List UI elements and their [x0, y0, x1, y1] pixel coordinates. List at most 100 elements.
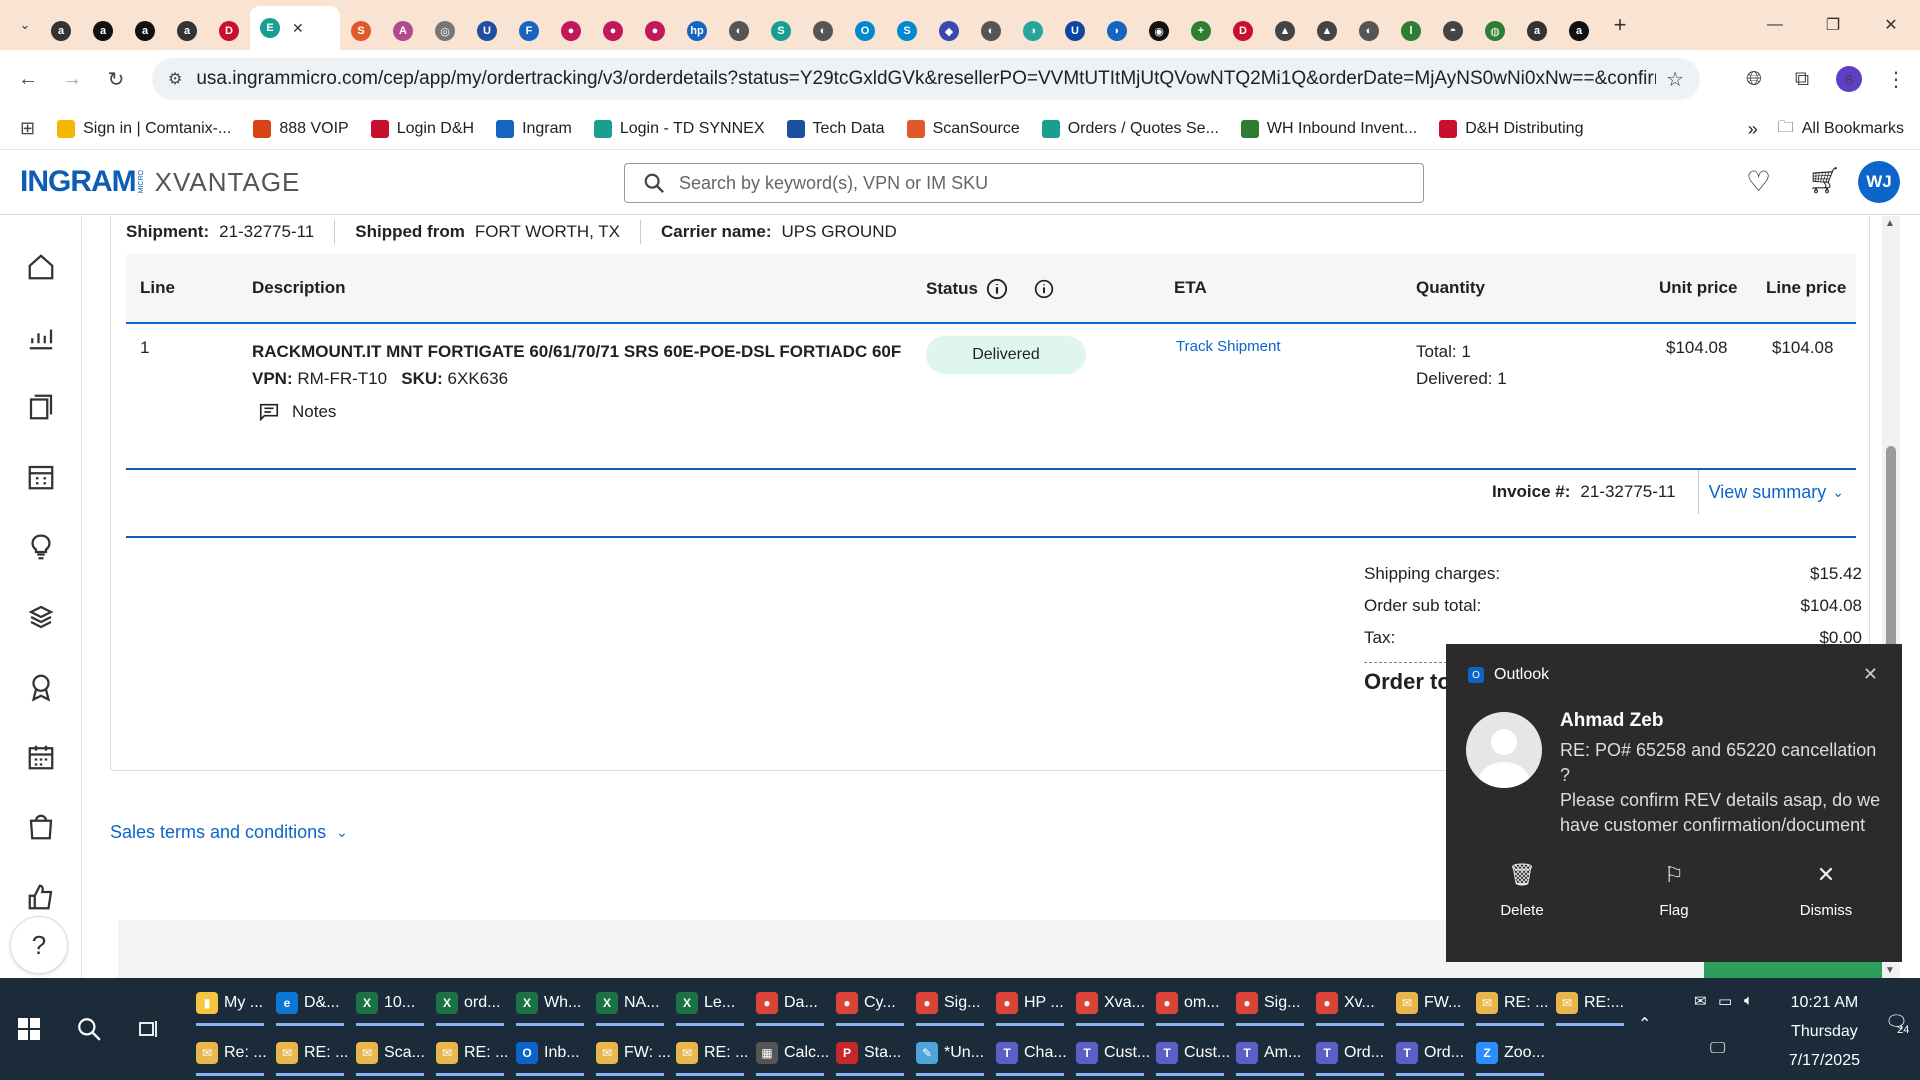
taskbar-window-button[interactable]: ● Sig...: [1230, 978, 1310, 1028]
taskbar-window-button[interactable]: X 10...: [350, 978, 430, 1028]
bookmark-item[interactable]: Ingram: [496, 119, 572, 138]
network-icon[interactable]: 🖵︎: [1710, 1040, 1725, 1058]
taskbar-window-button[interactable]: ✉ RE: ...: [430, 1028, 510, 1078]
award-icon[interactable]: [24, 670, 58, 704]
browser-tab[interactable]: S: [886, 12, 928, 50]
taskbar-window-button[interactable]: T Am...: [1230, 1028, 1310, 1078]
browser-tab[interactable]: a: [124, 12, 166, 50]
taskbar-window-button[interactable]: T Ord...: [1390, 1028, 1470, 1078]
browser-menu-icon[interactable]: ⋮: [1872, 67, 1920, 92]
search-icon[interactable]: [60, 978, 118, 1080]
bookmark-item[interactable]: Tech Data: [786, 119, 885, 138]
taskbar-window-button[interactable]: ● Sig...: [910, 978, 990, 1028]
notification-center-button[interactable]: 🗨︎ 24: [1885, 1012, 1909, 1036]
browser-tab[interactable]: A: [382, 12, 424, 50]
analytics-icon[interactable]: [24, 320, 58, 354]
apps-grid-icon[interactable]: ⊞: [20, 118, 35, 139]
track-shipment-link[interactable]: Track Shipment: [1176, 338, 1280, 355]
tab-search-dropdown[interactable]: ⌄: [10, 10, 40, 40]
taskbar-window-button[interactable]: ✎ *Un...: [910, 1028, 990, 1078]
bookmark-item[interactable]: D&H Distributing: [1439, 119, 1583, 138]
browser-tab[interactable]: ◍: [1474, 12, 1516, 50]
taskbar-window-button[interactable]: ● HP ...: [990, 978, 1070, 1028]
building-icon[interactable]: [24, 460, 58, 494]
calendar-icon[interactable]: [24, 740, 58, 774]
taskbar-window-button[interactable]: ▮ My ...: [190, 978, 270, 1028]
close-window-icon[interactable]: ✕: [1862, 0, 1920, 50]
back-button[interactable]: ←: [6, 59, 50, 99]
browser-tab[interactable]: F: [508, 12, 550, 50]
lightbulb-icon[interactable]: [24, 530, 58, 564]
browser-tab[interactable]: ◐: [970, 12, 1012, 50]
browser-tab[interactable]: ●: [550, 12, 592, 50]
bookmark-item[interactable]: ScanSource: [906, 119, 1020, 138]
taskbar-window-button[interactable]: ✉ RE: ...: [670, 1028, 750, 1078]
translate-icon[interactable]: 🌐︎: [1730, 68, 1778, 91]
taskbar-window-button[interactable]: T Cust...: [1150, 1028, 1230, 1078]
minimize-icon[interactable]: —: [1746, 0, 1804, 50]
taskbar-window-button[interactable]: P Sta...: [830, 1028, 910, 1078]
taskbar-window-button[interactable]: ✉ Sca...: [350, 1028, 430, 1078]
browser-tab[interactable]: S: [760, 12, 802, 50]
all-bookmarks-button[interactable]: 🗀︎ All Bookmarks: [1778, 116, 1904, 143]
taskbar-window-button[interactable]: ✉ Re: ...: [190, 1028, 270, 1078]
browser-tab[interactable]: a: [82, 12, 124, 50]
task-view-icon[interactable]: [120, 978, 178, 1080]
browser-tab[interactable]: +: [1180, 12, 1222, 50]
user-avatar[interactable]: WJ: [1858, 161, 1900, 203]
taskbar-window-button[interactable]: T Ord...: [1310, 1028, 1390, 1078]
taskbar-window-button[interactable]: e D&...: [270, 978, 350, 1028]
bookmark-item[interactable]: Login D&H: [370, 119, 474, 138]
notes-button[interactable]: Notes: [258, 398, 901, 425]
tab-close-icon[interactable]: ✕: [292, 20, 304, 37]
toast-dismiss-button[interactable]: ✕ Dismiss: [1766, 862, 1886, 919]
browser-tab[interactable]: a: [40, 12, 82, 50]
scroll-down-icon[interactable]: ▼: [1885, 965, 1895, 976]
taskbar-window-button[interactable]: X NA...: [590, 978, 670, 1028]
browser-tab[interactable]: ●: [634, 12, 676, 50]
toast-flag-button[interactable]: ⚐ Flag: [1614, 862, 1734, 919]
taskbar-window-button[interactable]: ✉ RE: ...: [1470, 978, 1550, 1028]
taskbar-window-button[interactable]: ● om...: [1150, 978, 1230, 1028]
bookmark-item[interactable]: Orders / Quotes Se...: [1041, 119, 1219, 138]
browser-tab[interactable]: U: [466, 12, 508, 50]
taskbar-window-button[interactable]: ✉ FW...: [1390, 978, 1470, 1028]
taskbar-window-button[interactable]: ✉ RE:...: [1550, 978, 1630, 1028]
browser-tab[interactable]: O: [844, 12, 886, 50]
forward-button[interactable]: →: [50, 59, 94, 99]
browser-tab[interactable]: D: [208, 12, 250, 50]
outlook-notification[interactable]: O Outlook ✕ Ahmad Zeb RE: PO# 65258 and …: [1446, 644, 1902, 962]
battery-icon[interactable]: ▭: [1718, 992, 1732, 1010]
browser-tab[interactable]: l: [1390, 12, 1432, 50]
taskbar-window-button[interactable]: Xord...: [430, 978, 510, 1028]
extensions-icon[interactable]: ⧉: [1778, 68, 1826, 91]
browser-tab[interactable]: hp: [676, 12, 718, 50]
taskbar-window-button[interactable]: Z Zoo...: [1470, 1028, 1550, 1078]
toast-delete-button[interactable]: 🗑︎ Delete: [1462, 862, 1582, 919]
toast-close-icon[interactable]: ✕: [1863, 664, 1878, 685]
taskbar-window-button[interactable]: ● Cy...: [830, 978, 910, 1028]
browser-tab[interactable]: ▲: [1264, 12, 1306, 50]
browser-tab[interactable]: U: [1054, 12, 1096, 50]
taskbar-window-button[interactable]: ● Xva...: [1070, 978, 1150, 1028]
new-tab-button[interactable]: +: [1600, 12, 1640, 38]
taskbar-window-button[interactable]: ✉ RE: ...: [270, 1028, 350, 1078]
browser-tab[interactable]: ◑: [1012, 12, 1054, 50]
browser-tab-active[interactable]: E ✕: [250, 6, 340, 50]
browser-tab[interactable]: ◆: [928, 12, 970, 50]
bookmark-item[interactable]: Login - TD SYNNEX: [593, 119, 765, 138]
reload-button[interactable]: ↻: [94, 59, 138, 99]
bookmark-star-icon[interactable]: ☆: [1666, 67, 1684, 92]
taskbar-window-button[interactable]: X Le...: [670, 978, 750, 1028]
taskbar-window-button[interactable]: O Inb...: [510, 1028, 590, 1078]
cloud-layers-icon[interactable]: [24, 600, 58, 634]
mail-tray-icon[interactable]: ✉: [1694, 992, 1707, 1010]
browser-tab[interactable]: ◐: [1348, 12, 1390, 50]
browser-tab[interactable]: ◓: [1432, 12, 1474, 50]
cart-icon[interactable]: 🛒︎: [1808, 165, 1841, 196]
start-button[interactable]: [0, 978, 58, 1080]
thumbs-up-icon[interactable]: [24, 880, 58, 914]
browser-tab[interactable]: ◐: [718, 12, 760, 50]
browser-tab[interactable]: ◐: [802, 12, 844, 50]
wishlist-heart-icon[interactable]: ♡: [1746, 165, 1771, 198]
